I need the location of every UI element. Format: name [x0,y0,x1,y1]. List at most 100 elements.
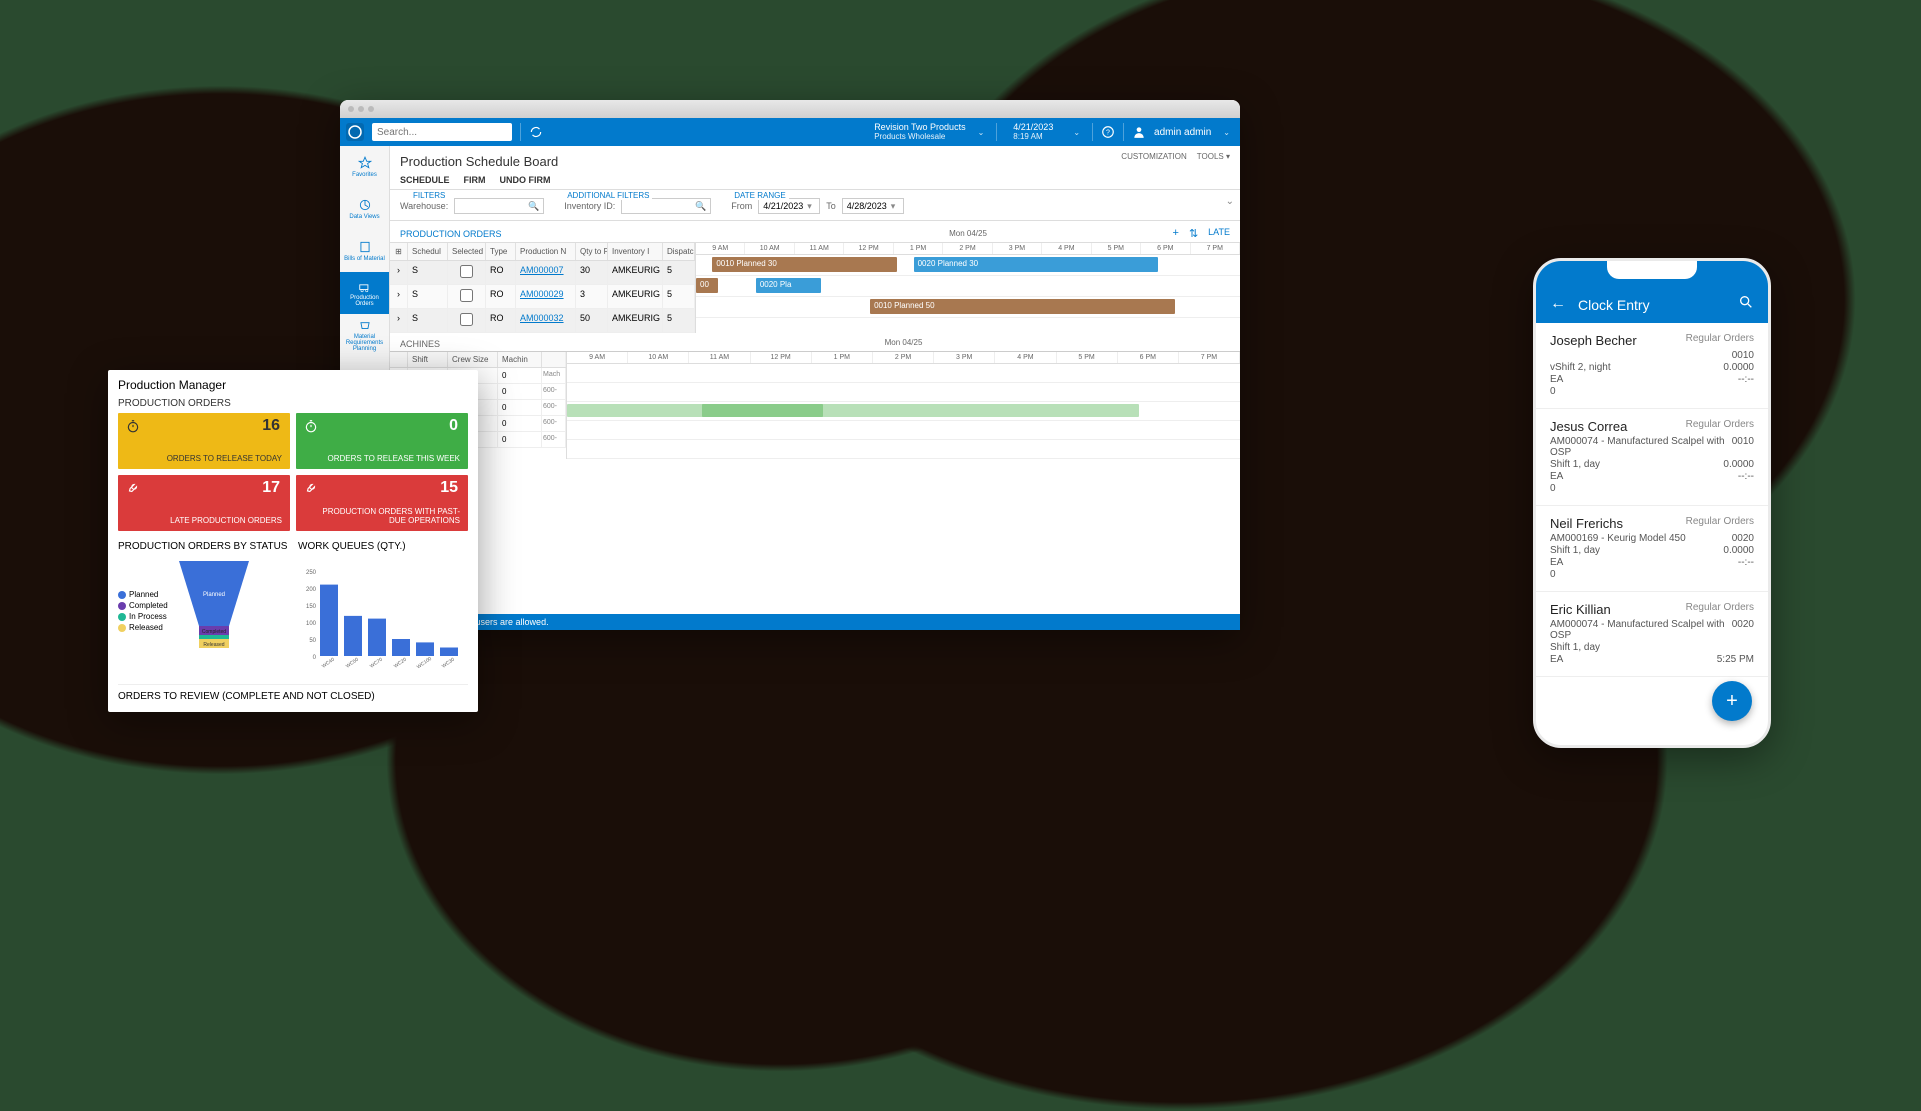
table-row[interactable]: ›SROAM00003250AMKEURIG5 [390,309,695,333]
kpi-tile[interactable]: 0ORDERS TO RELEASE THIS WEEK [296,413,468,469]
table-row[interactable]: ›SROAM0000293AMKEURIG5 [390,285,695,309]
tools-menu[interactable]: TOOLS ▾ [1197,152,1230,161]
kpi-tile[interactable]: 15PRODUCTION ORDERS WITH PAST-DUE OPERAT… [296,475,468,531]
sidenav-dataviews[interactable]: Data Views [340,188,389,230]
tile-label: PRODUCTION ORDERS WITH PAST-DUE OPERATIO… [320,507,460,525]
timer-icon [304,419,318,438]
gantt-hour: 1 PM [894,243,943,254]
tile-label: ORDERS TO RELEASE TODAY [167,454,282,463]
production-link[interactable]: AM000007 [520,265,564,275]
svg-text:0: 0 [313,655,317,661]
gantt-row [567,383,1240,402]
back-icon[interactable]: ← [1550,295,1566,313]
barchart-title: WORK QUEUES (QTY.) [298,541,468,552]
gantt-hour: 9 AM [567,352,628,363]
gantt-hour: 2 PM [873,352,934,363]
qty-header[interactable]: Qty to P [576,243,608,260]
app-logo[interactable] [346,123,364,141]
firm-button[interactable]: FIRM [464,175,486,185]
search-input[interactable] [372,123,512,141]
clock-entry[interactable]: Neil FrerichsRegular OrdersAM000169 - Ke… [1536,506,1768,592]
filters-label: FILTERS [410,191,448,200]
wrench-icon [304,481,318,500]
search-field[interactable] [377,127,509,138]
gantt-hour: 10 AM [745,243,794,254]
gantt-hour: 5 PM [1092,243,1141,254]
date-to-input[interactable]: 4/28/2023▾ [842,198,904,214]
entry-name: Eric Killian [1550,602,1611,617]
entry-tag: Regular Orders [1686,602,1754,617]
clock-entry[interactable]: Jesus CorreaRegular OrdersAM000074 - Man… [1536,409,1768,506]
gantt-day-label-2: Mon 04/25 [567,338,1240,347]
machines-label: ACHINES [400,339,440,349]
help-icon[interactable]: ? [1101,125,1115,139]
gantt-row [567,402,1240,421]
legend-item: Released [118,623,168,632]
prodno-header[interactable]: Production N [516,243,576,260]
user-icon [1132,125,1146,139]
kpi-tile[interactable]: 17LATE PRODUCTION ORDERS [118,475,290,531]
gantt-bar[interactable]: 0010 Planned 30 [712,257,897,272]
warehouse-input[interactable]: 🔍 [454,198,544,214]
production-link[interactable]: AM000029 [520,289,564,299]
sidenav-production-orders[interactable]: Production Orders [340,272,389,314]
filters-row: FILTERS Warehouse: 🔍 ADDITIONAL FILTERS … [390,189,1240,221]
gantt-bar[interactable]: 0020 Pla [756,278,821,293]
clock-entry[interactable]: Joseph BecherRegular Orders0010vShift 2,… [1536,323,1768,409]
row-checkbox[interactable] [460,313,473,326]
schedule-header[interactable]: Schedul [408,243,448,260]
shift-header[interactable]: Shift [408,352,448,367]
legend-item: Completed [118,601,168,610]
top-bar: Revision Two Products Products Wholesale… [340,118,1240,146]
selected-header[interactable]: Selected [448,243,486,260]
svg-text:250: 250 [306,570,317,576]
pm-footer[interactable]: ORDERS TO REVIEW (COMPLETE AND NOT CLOSE… [118,684,468,702]
entry-name: Jesus Correa [1550,419,1627,434]
funnel-chart: Planned Completed Released [174,556,254,666]
funnel-title: PRODUCTION ORDERS BY STATUS [118,541,288,552]
svg-text:150: 150 [306,604,317,610]
gantt-bar[interactable]: 0020 Planned 30 [914,257,1159,272]
production-manager-widget: Production Manager PRODUCTION ORDERS 16O… [108,370,478,712]
gantt-hour: 12 PM [844,243,893,254]
machine-header[interactable]: Machin [498,352,542,367]
expand-icon[interactable]: ⌄ [1226,196,1234,207]
bar [440,648,458,657]
production-link[interactable]: AM000032 [520,313,564,323]
date-selector[interactable]: 4/21/2023 8:19 AM [1005,123,1061,142]
mobile-title: Clock Entry [1578,297,1726,313]
dispatch-header[interactable]: Dispatc [663,243,695,260]
row-checkbox[interactable] [460,289,473,302]
legend-item: Planned [118,590,168,599]
main-content: Production Schedule Board SCHEDULE FIRM … [390,146,1240,630]
additional-filters-label: ADDITIONAL FILTERS [564,191,652,200]
gantt-bar[interactable] [567,404,1139,417]
schedule-button[interactable]: SCHEDULE [400,175,450,185]
search-icon[interactable] [1738,294,1754,313]
gantt-bar[interactable]: 00 [696,278,718,293]
gantt-bar[interactable] [702,404,823,417]
table-row[interactable]: ›SROAM00000730AMKEURIG5 [390,261,695,285]
row-checkbox[interactable] [460,265,473,278]
clock-entry[interactable]: Eric KillianRegular OrdersAM000074 - Man… [1536,592,1768,677]
refresh-icon[interactable] [529,125,543,139]
inventory-input[interactable]: 🔍 [621,198,711,214]
crew-header[interactable]: Crew Size [448,352,498,367]
kpi-tile[interactable]: 16ORDERS TO RELEASE TODAY [118,413,290,469]
undo-firm-button[interactable]: UNDO FIRM [500,175,551,185]
svg-text:WC70: WC70 [369,657,384,670]
user-name[interactable]: admin admin [1154,127,1211,138]
svg-text:WC50: WC50 [345,657,360,670]
gantt-bar[interactable]: 0010 Planned 50 [870,299,1175,314]
fab-add-button[interactable]: + [1712,681,1752,721]
customization-link[interactable]: CUSTOMIZATION [1121,152,1186,161]
tile-label: LATE PRODUCTION ORDERS [170,516,282,525]
sidenav-mrp[interactable]: Material Requirements Planning [340,314,389,356]
date-from-input[interactable]: 4/21/2023▾ [758,198,820,214]
type-header[interactable]: Type [486,243,516,260]
company-selector[interactable]: Revision Two Products Products Wholesale [874,123,965,142]
gantt-row: 0010 Planned 30 0020 Planned 30 [696,255,1240,276]
sidenav-favorites[interactable]: Favorites [340,146,389,188]
sidenav-bom[interactable]: Bills of Material [340,230,389,272]
inventory-header[interactable]: Inventory I [608,243,663,260]
